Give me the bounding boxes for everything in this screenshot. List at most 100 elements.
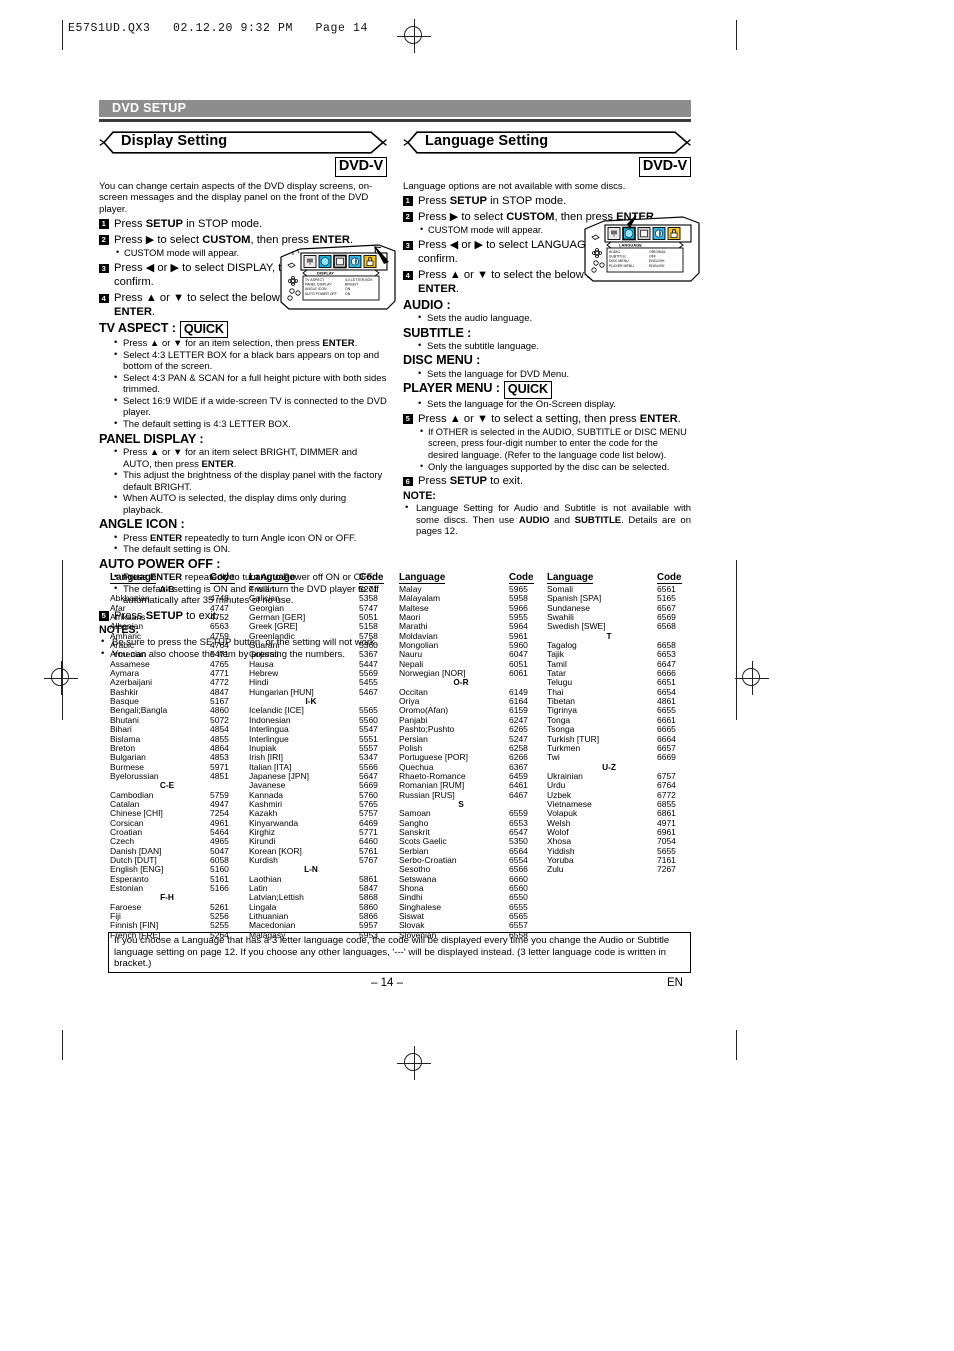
setting-item-label: SUBTITLE : (403, 325, 472, 340)
osd-row-value: ENGLISH (649, 264, 665, 268)
language-osd-figure: LANGUAGE AUDIO ORIGINAL SUBTITLE OFF DISC ME… (583, 215, 701, 287)
osd-row-label: SUBTITLE (609, 255, 626, 259)
setting-item-heading: AUDIO : (403, 298, 691, 313)
language-items-list: AUDIO :Sets the audio language.SUBTITLE … (403, 298, 691, 411)
setting-item-label: TV ASPECT : (99, 320, 176, 335)
trim-mark-br-v (736, 1030, 737, 1060)
language-table-row: Twi 6669 (547, 752, 697, 763)
language-code: 4851 (210, 770, 229, 781)
step-number: 2 (403, 212, 413, 222)
osd-row-label: PANEL DISPLAY (305, 283, 332, 287)
registration-mark-left (44, 661, 78, 695)
language-code: 6568 (657, 621, 676, 632)
language-table-row: Norwegian [NOR] 6061 (399, 668, 549, 679)
svg-text:LANGUAGE: LANGUAGE (619, 243, 642, 248)
language-table-header: Language Code (249, 572, 399, 584)
registration-mark-right (735, 661, 769, 695)
page-number: – 14 – (371, 977, 403, 989)
svg-text:DISPLAY: DISPLAY (317, 271, 334, 276)
osd-row-value: 4:3 LETTER BOX (345, 278, 373, 282)
quick-badge: QUICK (179, 320, 228, 338)
language-mark: EN (667, 977, 683, 989)
language-code-table: Language Code A-B Abkhazian 4748 Afar 4747 Afri… (99, 572, 691, 940)
three-letter-code-note: If you choose a Language that has a 3 le… (108, 932, 691, 973)
osd-row-label: AUTO POWER OFF (305, 292, 337, 296)
language-name: Kurdish (249, 854, 278, 865)
language-code: 7267 (657, 864, 676, 875)
osd-row-value: ORIGINAL (649, 250, 666, 254)
osd-row-label: ANGLE ICON (305, 287, 327, 291)
manual-page: E57S1UD.QX3 02.12.20 9:32 PM Page 14 DVD… (0, 0, 954, 1351)
language-name: Twi (547, 752, 560, 763)
trim-mark-bl-v (62, 1030, 63, 1060)
osd-row-label: AUDIO (609, 250, 620, 254)
osd-row-label: PLAYER MENU (609, 264, 634, 268)
language-table-row: Abkhazian 4748 (110, 593, 250, 603)
language-table-row: Zulu 7267 (547, 864, 697, 875)
setting-item-bullet: Sets the subtitle language. (417, 340, 691, 353)
language-step5: 5 Press ▲ or ▼ to select a setting, then … (403, 413, 691, 473)
language-code: 6467 (509, 789, 528, 800)
step-number: 4 (403, 270, 413, 281)
setting-item-bullet: Select 4:3 LETTER BOX for a black bars a… (113, 349, 387, 373)
step-1: 1 Press SETUP in STOP mode. (99, 218, 387, 232)
step-text: Press SETUP in STOP mode. (418, 194, 567, 207)
step-number: 4 (99, 293, 109, 304)
setting-item-bullet: Select 4:3 PAN & SCAN for a full height … (113, 372, 387, 396)
step-text: Press ▲ or ▼ to select a setting, then p… (418, 412, 681, 425)
step-text: Press SETUP to exit. (418, 475, 524, 488)
column-header-language: Language (249, 572, 296, 584)
language-name: Swedish [SWE] (547, 621, 606, 632)
trim-mark-tr-v (736, 20, 737, 50)
osd-row-value: ENGLISH (649, 259, 665, 263)
language-name: Hungarian [HUN] (249, 686, 314, 697)
language-table-column: Language Code A-B Abkhazian 4748 Afar 4747 Afri… (110, 572, 250, 940)
language-name: Estonian (110, 883, 144, 893)
column-header-code: Code (509, 572, 534, 584)
setting-item-label: AUDIO : (403, 297, 451, 312)
setting-item-bullet: Press ▲ or ▼ for an item selection, then… (113, 337, 387, 350)
column-header-language: Language (547, 572, 594, 584)
setting-item-bullet: The default setting is 4:3 LETTER BOX. (113, 418, 387, 431)
left-disc-badge-wrap: DVD-V (99, 157, 387, 177)
language-intro-text: Language options are not available with … (403, 180, 626, 192)
step-1: 1 Press SETUP in STOP mode. (403, 195, 691, 209)
osd-row-value: ON (345, 292, 351, 296)
trim-mark-l-v (62, 560, 63, 720)
setting-item-bullet: Sets the language for the On-Screen disp… (417, 398, 691, 411)
step-text: Press SETUP in STOP mode. (114, 217, 263, 230)
language-table-row: Estonian 5166 (110, 883, 250, 893)
column-header-code: Code (210, 572, 235, 584)
disc-type-badge-dvdv: DVD-V (638, 157, 691, 177)
language-code: 6061 (509, 668, 528, 679)
language-table-column: Language Code Frisian 5271 Galician 5358 Georg… (249, 572, 399, 940)
osd-row-label: DISC MENU (609, 259, 629, 263)
section-banner: DVD SETUP (99, 100, 691, 117)
column-header-code: Code (657, 572, 682, 584)
language-code: 5767 (359, 854, 378, 865)
language-name: Russian [RUS] (399, 789, 455, 800)
language-table-row: Hungarian [HUN] 5467 (249, 686, 399, 697)
setting-item-heading: PLAYER MENU : QUICK (403, 381, 691, 399)
trim-mark-tl-v (62, 20, 63, 50)
language-table-header: Language Code (547, 572, 697, 584)
language-name: Byelorussian (110, 770, 159, 781)
setting-item-heading: SUBTITLE : (403, 326, 691, 341)
section-rule (99, 119, 691, 122)
setting-item-heading: AUTO POWER OFF : (99, 557, 387, 572)
language-table-row: Byelorussian 4851 (110, 770, 250, 781)
column-header-language: Language (110, 572, 157, 584)
display-setting-heading: Display Setting (99, 131, 387, 154)
osd-row-value: OFF (649, 255, 656, 259)
display-setting-title: Display Setting (121, 133, 228, 149)
setting-item-bullet: Press ENTER repeatedly to turn Angle ico… (113, 532, 387, 545)
setting-item-label: AUTO POWER OFF : (99, 556, 221, 571)
language-table-row: Kurdish 5767 (249, 854, 399, 865)
language-code: 5467 (359, 686, 378, 697)
right-disc-badge-wrap: DVD-V (403, 157, 691, 177)
language-name: Norwegian [NOR] (399, 668, 466, 679)
sub-bullet: Only the languages supported by the disc… (419, 461, 691, 473)
display-intro-text: You can change certain aspects of the DV… (99, 180, 373, 215)
step-number: 2 (99, 235, 109, 245)
language-table-column: Language Code Malay 5965 Malayalam 5958 Maltes… (399, 572, 549, 940)
